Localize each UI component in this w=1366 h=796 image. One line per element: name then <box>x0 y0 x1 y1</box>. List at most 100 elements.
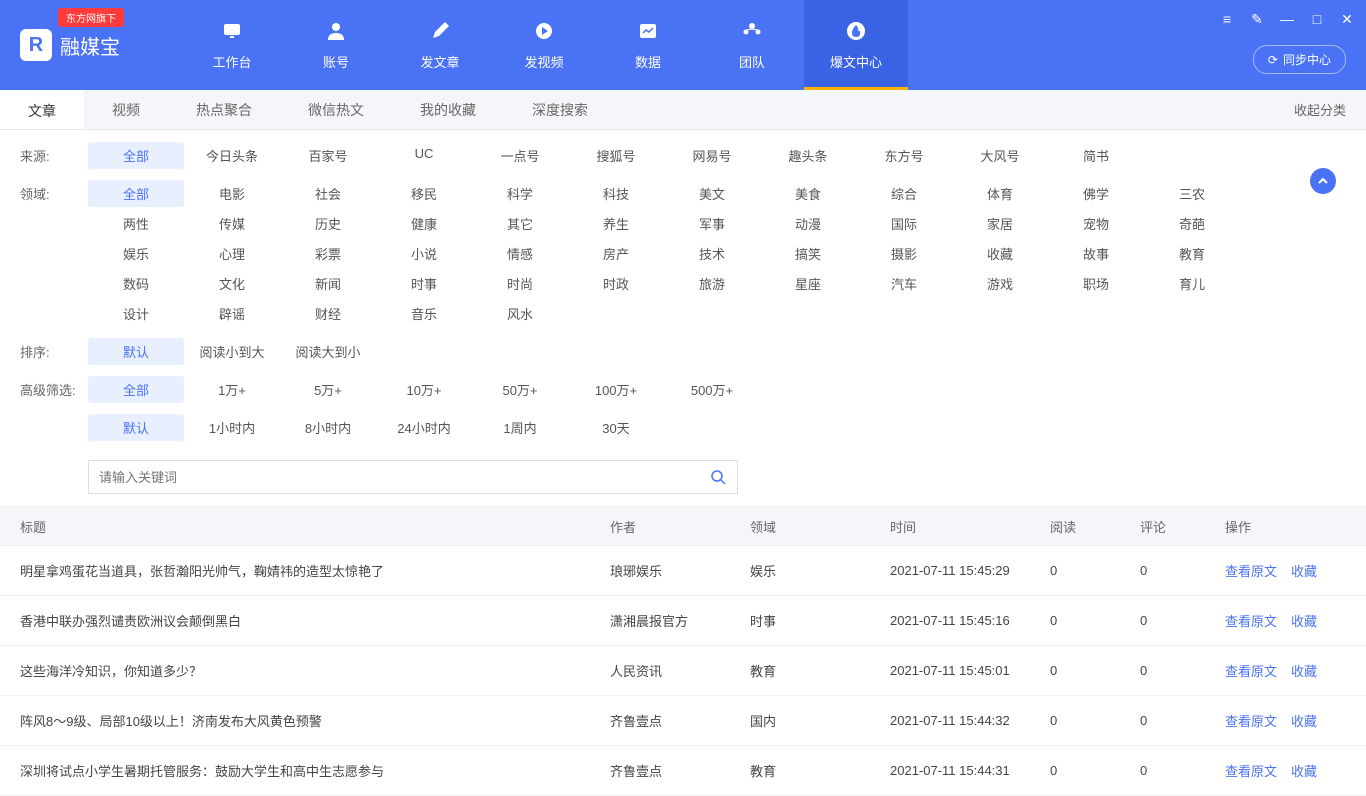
filter-option[interactable]: 简书 <box>1048 142 1144 169</box>
filter-option[interactable]: 三农 <box>1144 180 1240 207</box>
search-icon[interactable] <box>709 468 727 486</box>
close-icon[interactable]: ✕ <box>1338 10 1356 28</box>
filter-option[interactable]: UC <box>376 142 472 169</box>
filter-option[interactable]: 数码 <box>88 270 184 297</box>
filter-option[interactable]: 5万+ <box>280 376 376 403</box>
filter-option[interactable]: 音乐 <box>376 300 472 327</box>
filter-option[interactable]: 电影 <box>184 180 280 207</box>
filter-option[interactable]: 一点号 <box>472 142 568 169</box>
filter-option[interactable]: 教育 <box>1144 240 1240 267</box>
filter-option[interactable]: 100万+ <box>568 376 664 403</box>
view-original-link[interactable]: 查看原文 <box>1225 764 1277 779</box>
filter-option[interactable]: 其它 <box>472 210 568 237</box>
nav-item-team[interactable]: 团队 <box>700 0 804 90</box>
filter-option[interactable]: 美食 <box>760 180 856 207</box>
filter-option[interactable]: 设计 <box>88 300 184 327</box>
filter-option[interactable]: 全部 <box>88 142 184 169</box>
filter-option[interactable]: 搜狐号 <box>568 142 664 169</box>
view-original-link[interactable]: 查看原文 <box>1225 614 1277 629</box>
favorite-link[interactable]: 收藏 <box>1291 614 1317 629</box>
filter-option[interactable]: 时事 <box>376 270 472 297</box>
filter-option[interactable]: 佛学 <box>1048 180 1144 207</box>
filter-option[interactable]: 历史 <box>280 210 376 237</box>
sync-center-button[interactable]: ⟳ 同步中心 <box>1253 45 1346 74</box>
filter-option[interactable]: 财经 <box>280 300 376 327</box>
view-original-link[interactable]: 查看原文 <box>1225 564 1277 579</box>
filter-option[interactable]: 1周内 <box>472 414 568 441</box>
filter-option[interactable]: 移民 <box>376 180 472 207</box>
tab-item[interactable]: 视频 <box>84 90 168 129</box>
nav-item-chart[interactable]: 数据 <box>596 0 700 90</box>
filter-option[interactable]: 全部 <box>88 376 184 403</box>
filter-option[interactable]: 新闻 <box>280 270 376 297</box>
filter-option[interactable]: 辟谣 <box>184 300 280 327</box>
filter-option[interactable]: 星座 <box>760 270 856 297</box>
favorite-link[interactable]: 收藏 <box>1291 764 1317 779</box>
filter-option[interactable]: 8小时内 <box>280 414 376 441</box>
filter-option[interactable]: 技术 <box>664 240 760 267</box>
filter-option[interactable]: 故事 <box>1048 240 1144 267</box>
filter-option[interactable]: 育儿 <box>1144 270 1240 297</box>
filter-option[interactable]: 阅读小到大 <box>184 338 280 365</box>
tab-item[interactable]: 深度搜索 <box>504 90 616 129</box>
tab-item[interactable]: 热点聚合 <box>168 90 280 129</box>
tab-item[interactable]: 文章 <box>0 90 84 129</box>
filter-option[interactable]: 趣头条 <box>760 142 856 169</box>
filter-option[interactable]: 美文 <box>664 180 760 207</box>
collapse-domain-icon[interactable] <box>1310 168 1336 194</box>
filter-option[interactable]: 家居 <box>952 210 1048 237</box>
filter-option[interactable]: 1万+ <box>184 376 280 403</box>
filter-option[interactable]: 网易号 <box>664 142 760 169</box>
filter-option[interactable]: 奇葩 <box>1144 210 1240 237</box>
cell-title[interactable]: 这些海洋冷知识，你知道多少？ <box>20 661 610 680</box>
filter-option[interactable]: 综合 <box>856 180 952 207</box>
filter-option[interactable]: 时政 <box>568 270 664 297</box>
filter-option[interactable]: 大风号 <box>952 142 1048 169</box>
filter-option[interactable]: 今日头条 <box>184 142 280 169</box>
minimize-icon[interactable]: — <box>1278 10 1296 28</box>
filter-option[interactable]: 默认 <box>88 414 184 441</box>
filter-option[interactable]: 搞笑 <box>760 240 856 267</box>
filter-option[interactable]: 时尚 <box>472 270 568 297</box>
nav-item-pen[interactable]: 发文章 <box>388 0 492 90</box>
collapse-category-button[interactable]: 收起分类 <box>1274 90 1366 129</box>
filter-option[interactable]: 社会 <box>280 180 376 207</box>
filter-option[interactable]: 健康 <box>376 210 472 237</box>
filter-option[interactable]: 10万+ <box>376 376 472 403</box>
filter-option[interactable]: 1小时内 <box>184 414 280 441</box>
filter-option[interactable]: 动漫 <box>760 210 856 237</box>
filter-option[interactable]: 体育 <box>952 180 1048 207</box>
filter-option[interactable]: 默认 <box>88 338 184 365</box>
cell-title[interactable]: 香港中联办强烈谴责欧洲议会颠倒黑白 <box>20 611 610 630</box>
filter-option[interactable]: 24小时内 <box>376 414 472 441</box>
view-original-link[interactable]: 查看原文 <box>1225 664 1277 679</box>
filter-option[interactable]: 汽车 <box>856 270 952 297</box>
nav-item-video[interactable]: 发视频 <box>492 0 596 90</box>
filter-option[interactable]: 传媒 <box>184 210 280 237</box>
nav-item-fire[interactable]: 爆文中心 <box>804 0 908 90</box>
filter-option[interactable]: 阅读大到小 <box>280 338 376 365</box>
tab-item[interactable]: 我的收藏 <box>392 90 504 129</box>
edit-icon[interactable]: ✎ <box>1248 10 1266 28</box>
filter-option[interactable]: 国际 <box>856 210 952 237</box>
filter-option[interactable]: 百家号 <box>280 142 376 169</box>
nav-item-monitor[interactable]: 工作台 <box>180 0 284 90</box>
filter-option[interactable]: 宠物 <box>1048 210 1144 237</box>
tab-item[interactable]: 微信热文 <box>280 90 392 129</box>
favorite-link[interactable]: 收藏 <box>1291 564 1317 579</box>
filter-option[interactable]: 全部 <box>88 180 184 207</box>
filter-option[interactable]: 心理 <box>184 240 280 267</box>
nav-item-user[interactable]: 账号 <box>284 0 388 90</box>
menu-icon[interactable]: ≡ <box>1218 10 1236 28</box>
filter-option[interactable]: 科学 <box>472 180 568 207</box>
filter-option[interactable]: 娱乐 <box>88 240 184 267</box>
filter-option[interactable]: 文化 <box>184 270 280 297</box>
filter-option[interactable]: 30天 <box>568 414 664 441</box>
cell-title[interactable]: 阵风8～9级、局部10级以上！济南发布大风黄色预警 <box>20 711 610 730</box>
filter-option[interactable]: 养生 <box>568 210 664 237</box>
maximize-icon[interactable]: □ <box>1308 10 1326 28</box>
filter-option[interactable]: 情感 <box>472 240 568 267</box>
filter-option[interactable]: 游戏 <box>952 270 1048 297</box>
filter-option[interactable]: 职场 <box>1048 270 1144 297</box>
filter-option[interactable]: 风水 <box>472 300 568 327</box>
